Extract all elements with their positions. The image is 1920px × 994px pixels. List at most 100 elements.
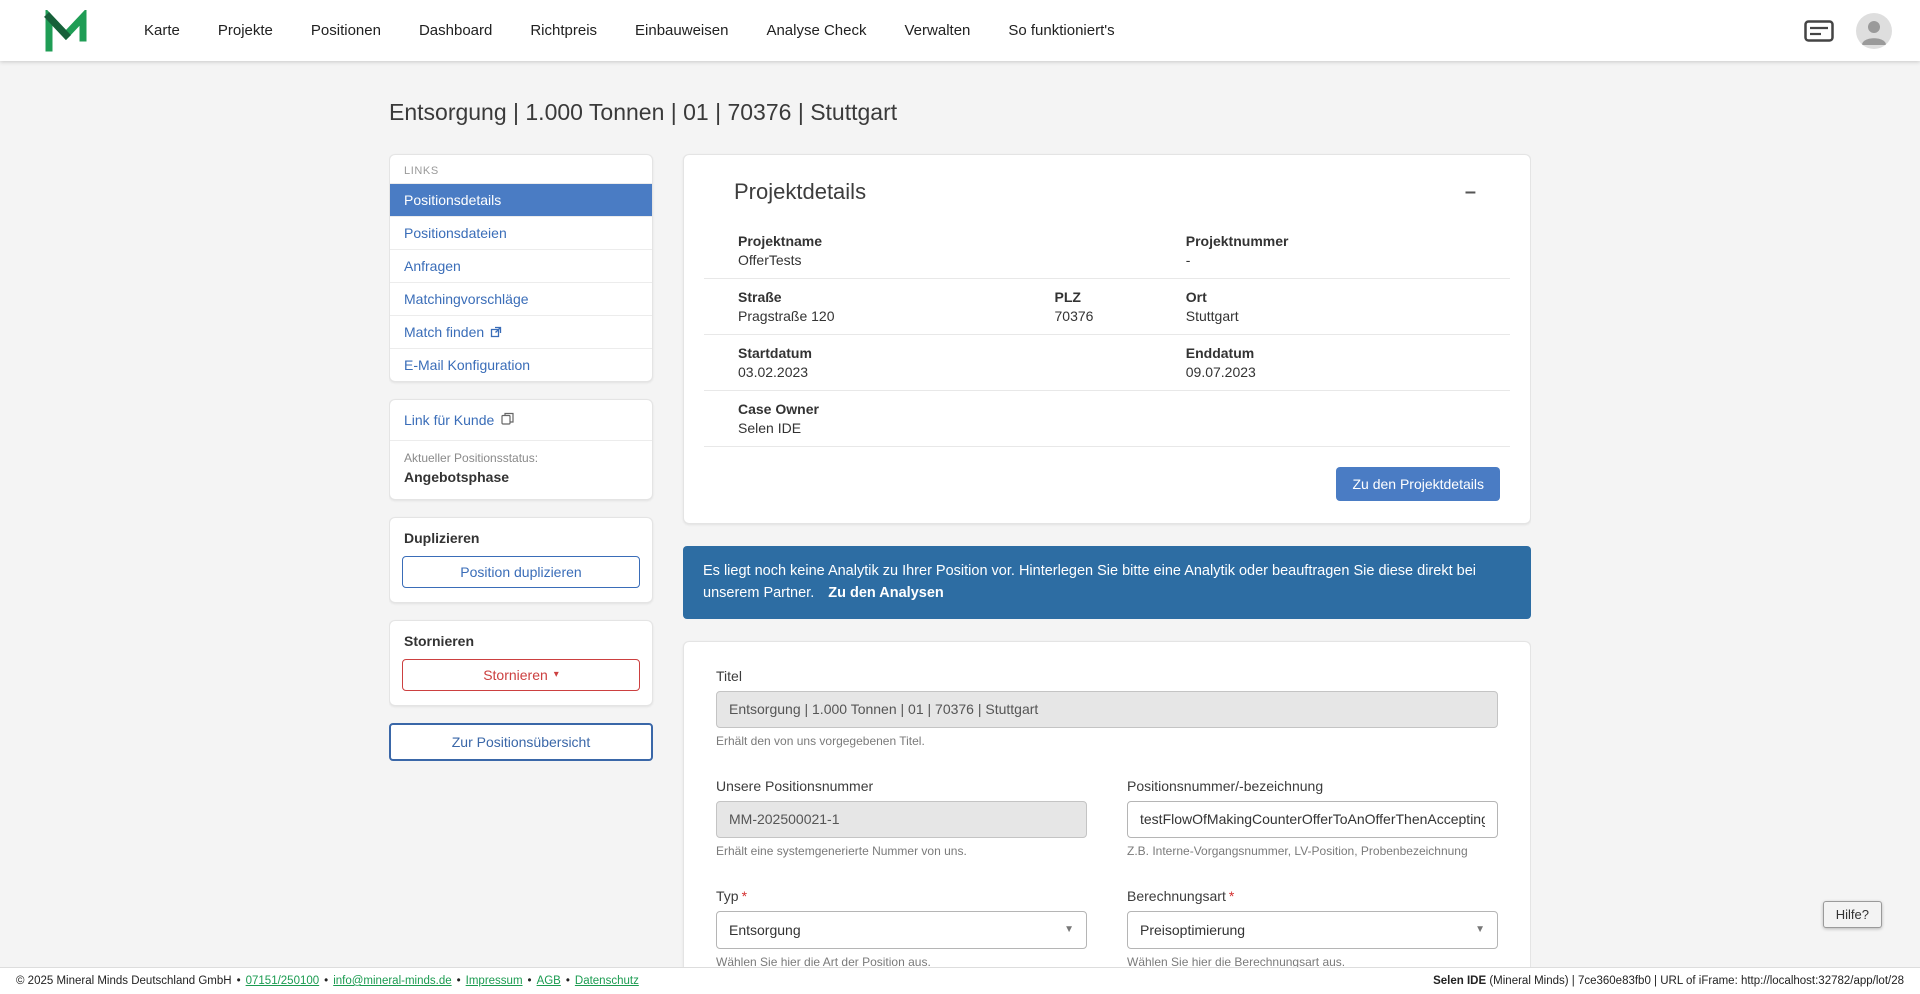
field-label: Enddatum — [1185, 345, 1255, 361]
copyright-text: © 2025 Mineral Minds Deutschland GmbH — [16, 975, 232, 987]
chevron-down-icon: ▾ — [553, 669, 559, 680]
customer-card: Link für Kunde Aktueller Positionsstatus… — [389, 399, 653, 500]
sidebar-item-label: Anfragen — [404, 258, 461, 274]
sidebar-item-positionsdetails[interactable]: Positionsdetails — [390, 183, 652, 216]
separator: • — [565, 975, 570, 987]
field-value: Stuttgart — [1185, 308, 1239, 324]
title-field-group: Titel Erhält den von uns vorgegebenen Ti… — [716, 668, 1498, 748]
project-row: Straße Pragstraße 120 PLZ 70376 Ort Stut… — [704, 279, 1510, 335]
project-row: Projektname OfferTests Projektnummer - — [704, 223, 1510, 279]
calculation-type-select[interactable]: Preisoptimierung ▼ — [1127, 910, 1498, 949]
footer: © 2025 Mineral Minds Deutschland GmbH • … — [0, 967, 1920, 994]
nav-item-projekte[interactable]: Projekte — [202, 12, 289, 49]
calc-label: Berechnungsart * — [1127, 888, 1498, 904]
sidebar-item-positionsdateien[interactable]: Positionsdateien — [390, 216, 652, 249]
nav-item-karte[interactable]: Karte — [128, 12, 196, 49]
field-value: Pragstraße 120 — [738, 308, 835, 324]
field-label: PLZ — [1054, 289, 1081, 305]
our-number-label: Unsere Positionsnummer — [716, 777, 874, 794]
sidebar-item-email-konfiguration[interactable]: E-Mail Konfiguration — [390, 348, 652, 381]
impressum-link[interactable]: Impressum — [466, 975, 523, 987]
field-label: Startdatum — [738, 345, 812, 361]
nav-item-einbauweisen[interactable]: Einbauweisen — [619, 12, 744, 49]
type-field-group: Typ * Entsorgung ▼ Wählen Sie hier die Ar… — [716, 888, 1087, 969]
copy-icon — [501, 412, 514, 428]
custom-number-field-group: Positionsnummer/-bezeichnung Z.B. Intern… — [1127, 778, 1498, 858]
status-block: Aktueller Positionsstatus: Angebotsphase — [390, 441, 652, 499]
datenschutz-link[interactable]: Datenschutz — [575, 975, 639, 987]
separator: • — [456, 975, 461, 987]
sidebar-item-match-finden[interactable]: Match finden — [390, 315, 652, 348]
go-to-project-details-button[interactable]: Zu den Projektdetails — [1336, 467, 1500, 501]
chevron-down-icon: ▼ — [1064, 923, 1074, 935]
sidebar: LINKS Positionsdetails Positionsdateien … — [389, 154, 653, 761]
type-select-value: Entsorgung — [729, 921, 801, 938]
mineral-minds-logo-icon[interactable] — [44, 9, 88, 52]
project-row: Startdatum 03.02.2023 Enddatum 09.07.202… — [704, 335, 1510, 391]
session-details: (Mineral Minds) | 7ce360e83fb0 | URL of … — [1486, 975, 1904, 987]
position-form-card: Titel Erhält den von uns vorgegebenen Ti… — [683, 640, 1531, 994]
nav-item-verwalten[interactable]: Verwalten — [889, 12, 987, 49]
nav-item-dashboard[interactable]: Dashboard — [403, 12, 508, 49]
our-number-helper: Erhält eine systemgenerierte Nummer von … — [716, 843, 967, 858]
email-link[interactable]: info@mineral-minds.de — [333, 975, 451, 987]
calc-label-text: Berechnungsart — [1127, 887, 1226, 904]
field-value: 09.07.2023 — [1185, 364, 1256, 380]
nav-item-richtpreis[interactable]: Richtpreis — [514, 12, 613, 49]
required-asterisk: * — [1228, 887, 1235, 904]
duplicate-card: Duplizieren Position duplizieren — [389, 517, 653, 603]
go-to-analyses-link[interactable]: Zu den Analysen — [828, 585, 943, 601]
nav-item-analyse-check[interactable]: Analyse Check — [750, 12, 882, 49]
help-button[interactable]: Hilfe? — [1822, 901, 1882, 928]
sidebar-item-label: Positionsdetails — [404, 192, 502, 208]
sidebar-item-label: Matchingvorschläge — [404, 291, 529, 307]
nav-right — [1804, 12, 1892, 49]
position-overview-button[interactable]: Zur Positionsübersicht — [389, 723, 653, 761]
type-label: Typ * — [716, 888, 1087, 904]
our-number-field-group: Unsere Positionsnummer Erhält eine syste… — [716, 778, 1087, 858]
field-label: Projektnummer — [1185, 233, 1289, 249]
project-row: Case Owner Selen IDE — [704, 391, 1510, 447]
duplicate-position-button[interactable]: Position duplizieren — [402, 556, 640, 588]
sidebar-item-matchingvorschlaege[interactable]: Matchingvorschläge — [390, 282, 652, 315]
server-icon[interactable] — [1804, 19, 1834, 42]
sidebar-item-label: E-Mail Konfiguration — [404, 357, 531, 373]
separator: • — [324, 975, 329, 987]
page-title: Entsorgung | 1.000 Tonnen | 01 | 70376 |… — [389, 99, 898, 125]
field-value: 03.02.2023 — [738, 364, 809, 380]
sidebar-item-label: Positionsdateien — [404, 225, 507, 241]
links-card: LINKS Positionsdetails Positionsdateien … — [389, 154, 653, 382]
customer-link[interactable]: Link für Kunde — [390, 400, 652, 441]
status-value: Angebotsphase — [404, 469, 510, 485]
field-label: Projektname — [738, 233, 823, 249]
cancel-card: Stornieren Stornieren ▾ — [389, 620, 653, 706]
external-link-icon — [490, 326, 502, 338]
title-field-label: Titel — [716, 667, 742, 684]
field-label: Ort — [1185, 289, 1207, 305]
user-avatar[interactable] — [1856, 12, 1892, 49]
title-helper: Erhält den von uns vorgegebenen Titel. — [716, 733, 925, 748]
custom-number-helper: Z.B. Interne-Vorgangsnummer, LV-Position… — [1127, 843, 1468, 858]
calc-field-group: Berechnungsart * Preisoptimierung ▼ Wähle… — [1127, 888, 1498, 969]
phone-link[interactable]: 07151/250100 — [246, 975, 320, 987]
banner-text: Es liegt noch keine Analytik zu Ihrer Po… — [703, 563, 1476, 602]
position-number-input[interactable] — [1127, 800, 1498, 838]
status-label: Aktueller Positionsstatus: — [404, 451, 539, 465]
type-select[interactable]: Entsorgung ▼ — [716, 910, 1087, 949]
field-value: Selen IDE — [738, 420, 802, 436]
cancel-position-button[interactable]: Stornieren ▾ — [402, 659, 640, 691]
agb-link[interactable]: AGB — [537, 975, 561, 987]
analytics-info-banner: Es liegt noch keine Analytik zu Ihrer Po… — [683, 546, 1531, 619]
collapse-icon[interactable]: – — [1461, 182, 1480, 202]
nav-item-positionen[interactable]: Positionen — [295, 12, 397, 49]
sidebar-item-anfragen[interactable]: Anfragen — [390, 249, 652, 282]
field-label: Straße — [738, 289, 782, 305]
nav-item-so-funktionierts[interactable]: So funktioniert's — [992, 12, 1130, 49]
field-value: OfferTests — [738, 252, 802, 268]
project-details-card: Projektdetails – Projektname OfferTests … — [683, 154, 1531, 524]
calc-select-value: Preisoptimierung — [1140, 921, 1246, 938]
separator: • — [236, 975, 241, 987]
our-position-number-input — [716, 800, 1087, 838]
top-navbar: Karte Projekte Positionen Dashboard Rich… — [0, 0, 1920, 61]
links-header: LINKS — [404, 165, 439, 177]
